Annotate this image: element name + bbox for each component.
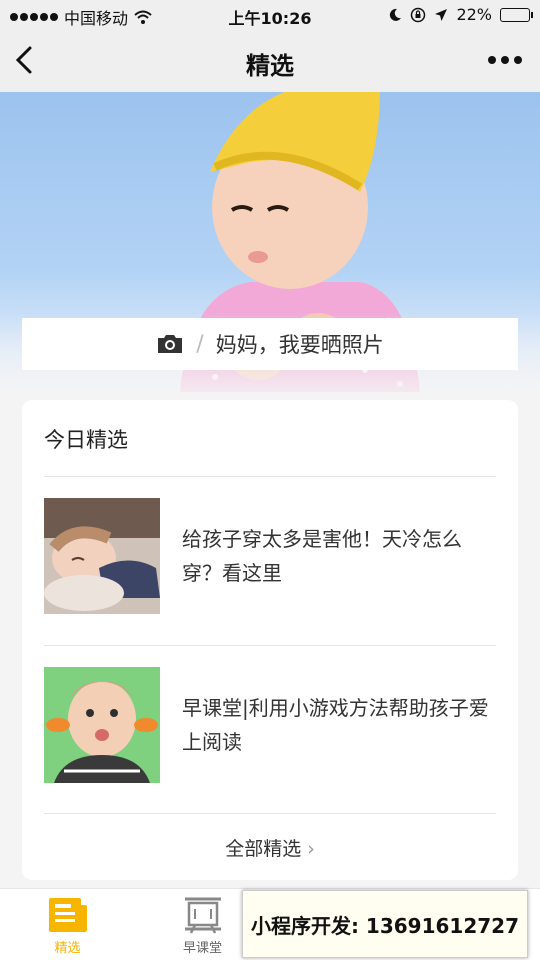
- divider: [44, 476, 496, 477]
- location-arrow-icon: [435, 8, 448, 21]
- featured-title: 今日精选: [44, 428, 128, 452]
- status-right: 22%: [388, 5, 533, 24]
- article-thumbnail: [44, 498, 160, 614]
- article-thumbnail: [44, 667, 160, 783]
- separator-slash: /: [196, 331, 204, 357]
- moon-icon: [390, 8, 402, 21]
- more-dot-icon: [514, 56, 522, 64]
- article-title: 给孩子穿太多是害他！天冷怎么穿？看这里: [182, 527, 462, 585]
- blackboard-icon: [184, 897, 221, 934]
- more-dot-icon: [501, 56, 509, 64]
- tab-featured[interactable]: 精选: [0, 889, 135, 960]
- view-all-label: 全部精选: [225, 838, 302, 860]
- battery-percent: 22%: [456, 5, 492, 24]
- status-bar: 中国移动 上午10:26 22%: [0, 0, 540, 30]
- tab-label: 精选: [54, 941, 81, 956]
- newspaper-icon: [48, 898, 87, 932]
- more-button[interactable]: [488, 56, 522, 64]
- battery-icon: [500, 7, 533, 22]
- divider: [44, 645, 496, 646]
- article-title: 早课堂|利用小游戏方法帮助孩子爱上阅读: [182, 696, 489, 754]
- featured-card: 今日精选 给孩子穿太多是害他！天冷怎么穿？看这里 早课堂|利用小游戏方法帮助孩子…: [22, 400, 518, 880]
- upload-label: 妈妈，我要晒照片: [215, 333, 384, 357]
- nav-bar: 精选: [0, 30, 540, 92]
- view-all-link[interactable]: 全部精选 ›: [22, 834, 518, 861]
- article-item[interactable]: 给孩子穿太多是害他！天冷怎么穿？看这里: [44, 498, 496, 614]
- rotation-lock-icon: [411, 7, 426, 22]
- chevron-right-icon: ›: [307, 838, 315, 860]
- promo-overlay: 小程序开发: 13691612727: [242, 890, 528, 958]
- page-title: 精选: [246, 52, 294, 80]
- more-dot-icon: [488, 56, 496, 64]
- camera-icon: [158, 335, 183, 353]
- upload-photo-button[interactable]: / 妈妈，我要晒照片: [22, 318, 518, 370]
- divider: [44, 813, 496, 814]
- article-item[interactable]: 早课堂|利用小游戏方法帮助孩子爱上阅读: [44, 667, 496, 783]
